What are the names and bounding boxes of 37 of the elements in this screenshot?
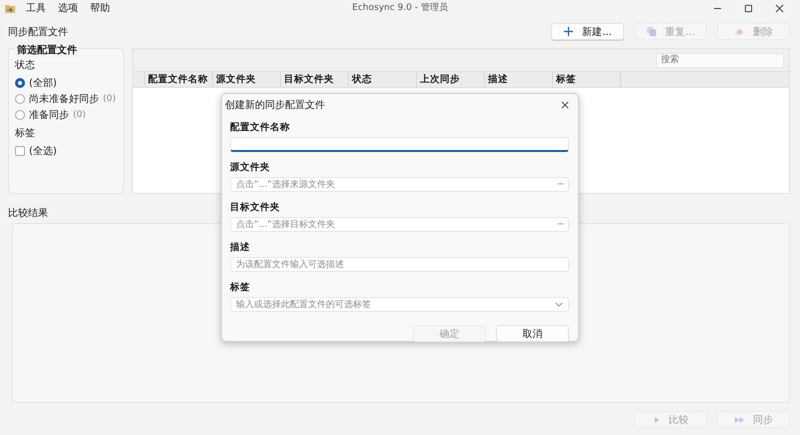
text-field[interactable]: 为该配置文件输入可选描述 [230,257,569,272]
column-header[interactable]: 标签 [553,72,621,87]
field-label: 描述 [230,241,251,253]
column-header[interactable]: 状态 [349,72,417,87]
field-label: 配置文件名称 [230,121,291,133]
group-title: 筛选配置文件 [15,43,79,57]
count-label: (0) [73,110,86,120]
field-label: 目标文件夹 [230,201,281,213]
menu-item[interactable]: 选项 [57,1,79,15]
cancel-button[interactable]: 取消 [496,325,569,342]
menu-item[interactable]: 帮助 [89,1,111,15]
column-header[interactable]: 目标文件夹 [281,72,349,87]
count-label: (0) [103,94,116,104]
section-heading: 比较结果 [8,206,48,219]
radio-label: 尚未准备好同步 [29,92,99,106]
browse-button[interactable]: ··· [557,220,563,230]
browse-button[interactable]: ··· [557,180,563,190]
column-header[interactable]: 上次同步 [417,72,485,87]
checkbox-label: (全选) [29,144,57,158]
column-header[interactable]: 源文件夹 [213,72,281,87]
field-label: 源文件夹 [230,161,271,173]
field-label: 标签 [230,281,251,293]
column-header[interactable]: 描述 [485,72,553,87]
radio-label: 准备同步 [29,108,69,122]
dialog-title: 创建新的同步配置文件 [225,98,325,112]
tags-combo-box[interactable]: 输入或选择此配置文件的可选标签 [230,297,569,312]
column-header[interactable]: 配置文件名称 [145,72,213,87]
section-heading: 同步配置文件 [8,26,69,38]
status-label: 状态 [15,58,36,72]
window-title: Echosync 9.0 - 管理员 [352,3,448,13]
search-field[interactable]: 搜索 [656,52,784,68]
folder-field[interactable]: 点击“...”选择来源文件夹 ··· [230,177,569,192]
tags-label: 标签 [15,126,36,140]
new-button[interactable]: 新建... [551,23,624,40]
folder-field[interactable]: 点击“...”选择目标文件夹 ··· [230,217,569,232]
radio-label: (全部) [29,76,57,90]
menu-item[interactable]: 工具 [25,1,47,15]
